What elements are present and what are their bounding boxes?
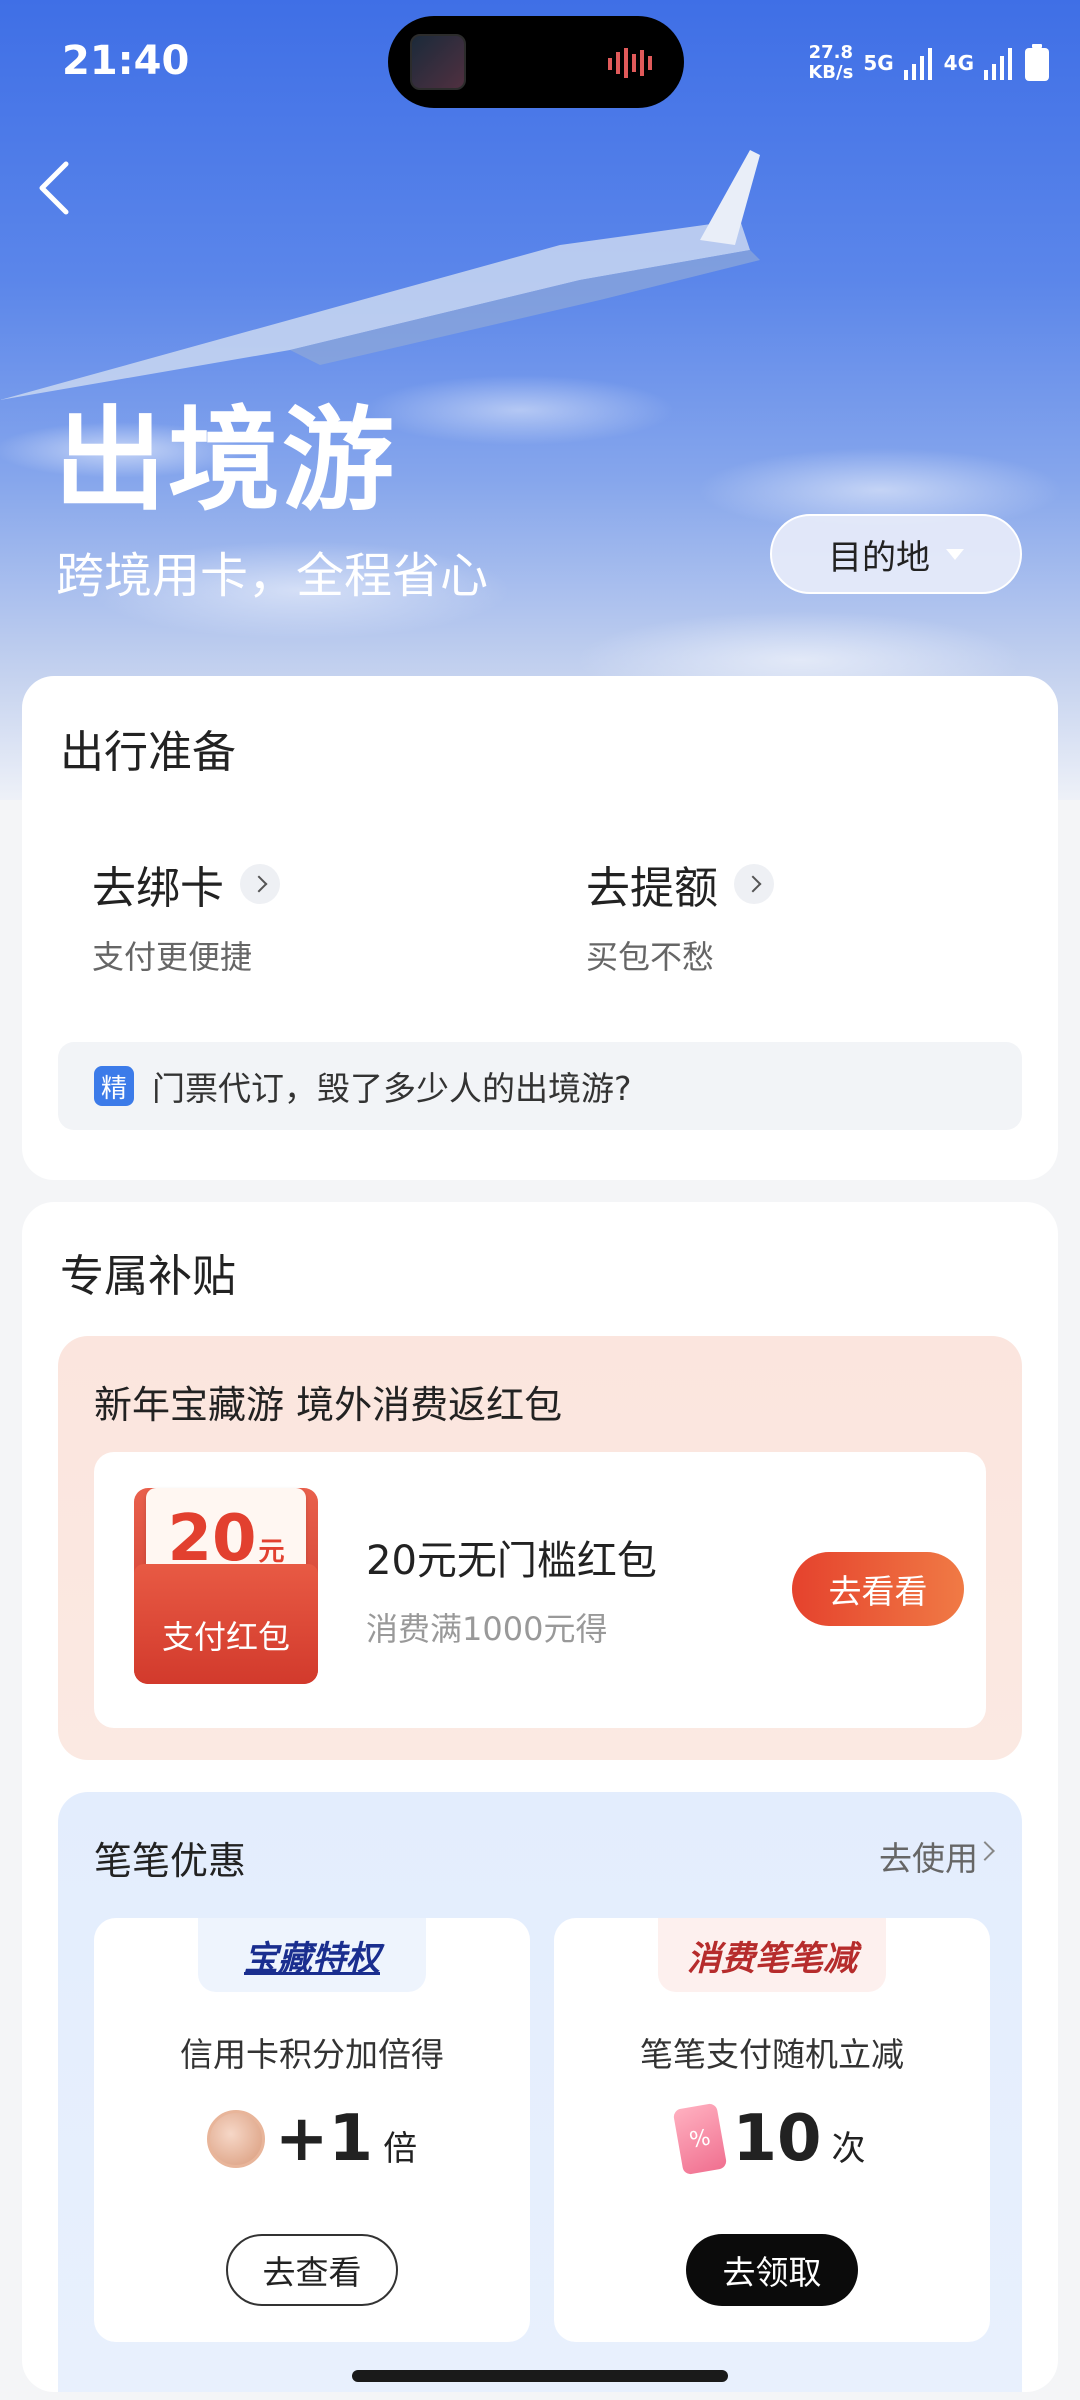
instant-discount-box: 消费笔笔减 笔笔支付随机立减 % 10 次 去领取 [554, 1918, 990, 2342]
promo-title: 新年宝藏游 境外消费返红包 [94, 1383, 563, 1427]
exclusive-subsidy-card: 专属补贴 新年宝藏游 境外消费返红包 20元 支付红包 20元无门槛红包 消费满… [22, 1202, 1058, 2392]
back-icon[interactable] [36, 158, 76, 218]
dynamic-island [388, 16, 684, 108]
value-unit: 次 [831, 2129, 866, 2169]
travel-prep-card: 出行准备 去绑卡 支付更便捷 去提额 买包不愁 精 门票代订，毁了多少人的出境游… [22, 676, 1058, 1180]
article-tip[interactable]: 精 门票代订，毁了多少人的出境游? [58, 1042, 1022, 1130]
new-year-promo: 新年宝藏游 境外消费返红包 20元 支付红包 20元无门槛红包 消费满1000元… [58, 1336, 1022, 1760]
raise-limit-action[interactable]: 去提额 买包不愁 [586, 852, 774, 978]
clock: 21:40 [62, 38, 190, 84]
network-5g-label: 5G [863, 51, 894, 75]
deals-title: 笔笔优惠 [94, 1839, 247, 1883]
signal-icon [984, 48, 1012, 80]
offer-title: 20元无门槛红包 [366, 1538, 657, 1584]
box-desc: 笔笔支付随机立减 [640, 2035, 904, 2074]
action-label: 去提额 [586, 863, 718, 914]
chevron-right-icon [975, 1841, 995, 1861]
offer-desc: 消费满1000元得 [366, 1610, 608, 1648]
coupon-ticket-icon: % [673, 2102, 728, 2176]
envelope-label: 支付红包 [161, 1618, 290, 1656]
featured-badge: 精 [94, 1066, 134, 1106]
status-icons: 27.8 KB/s 5G 4G [808, 38, 1050, 88]
status-bar: 21:40 27.8 KB/s 5G 4G [0, 0, 1080, 125]
value-unit: 倍 [383, 2129, 418, 2169]
network-4g-label: 4G [943, 51, 974, 75]
box-desc: 信用卡积分加倍得 [180, 2035, 444, 2074]
action-desc: 买包不愁 [586, 938, 715, 976]
destination-label: 目的地 [828, 537, 930, 578]
go-look-button[interactable]: 去看看 [792, 1552, 964, 1626]
destination-button[interactable]: 目的地 [770, 514, 1022, 594]
offer-info: 20元无门槛红包 消费满1000元得 [366, 1528, 657, 1650]
page-subtitle: 跨境用卡，全程省心 [56, 548, 489, 604]
use-link[interactable]: 去使用 [879, 1832, 978, 1880]
network-speed: 27.8 KB/s [808, 43, 853, 83]
bind-card-action[interactable]: 去绑卡 支付更便捷 [92, 852, 280, 978]
page-title: 出境游 [54, 396, 396, 526]
discount-tag: 消费笔笔减 [658, 1918, 886, 1992]
points-double-box: 宝藏特权 信用卡积分加倍得 +1 倍 去查看 [94, 1918, 530, 2342]
box-value: % 10 次 [554, 2102, 990, 2176]
tip-text: 门票代订，毁了多少人的出境游? [152, 1069, 632, 1108]
battery-icon [1025, 44, 1049, 81]
home-indicator[interactable] [352, 2370, 728, 2382]
box-value: +1 倍 [94, 2102, 530, 2176]
amount-unit: 元 [258, 1537, 285, 1567]
action-label: 去绑卡 [92, 863, 224, 914]
action-desc: 支付更便捷 [92, 938, 253, 976]
amount-number: 20 [167, 1502, 257, 1576]
speed-value: 27.8 [808, 42, 854, 63]
points-coin-icon [206, 2110, 265, 2168]
audio-wave-icon [608, 48, 652, 78]
media-thumbnail [410, 34, 466, 90]
chevron-right-icon [734, 864, 774, 904]
view-button[interactable]: 去查看 [226, 2234, 398, 2306]
value-number: 10 [732, 2102, 822, 2176]
section-title: 出行准备 [60, 727, 236, 778]
chevron-right-icon [240, 864, 280, 904]
speed-unit: KB/s [808, 62, 854, 83]
envelope-amount: 20元 [134, 1502, 318, 1576]
signal-icon [903, 48, 932, 80]
claim-button[interactable]: 去领取 [686, 2234, 858, 2306]
section-title: 专属补贴 [60, 1251, 236, 1302]
value-number: +1 [274, 2102, 374, 2176]
red-packet-offer: 20元 支付红包 20元无门槛红包 消费满1000元得 去看看 [94, 1452, 986, 1728]
caret-down-icon [946, 548, 964, 560]
every-payment-deals: 笔笔优惠 去使用 宝藏特权 信用卡积分加倍得 +1 倍 去查看 消费笔笔减 笔笔… [58, 1792, 1022, 2392]
red-envelope-icon: 20元 支付红包 [134, 1488, 318, 1684]
treasure-privilege-tag: 宝藏特权 [198, 1918, 426, 1992]
